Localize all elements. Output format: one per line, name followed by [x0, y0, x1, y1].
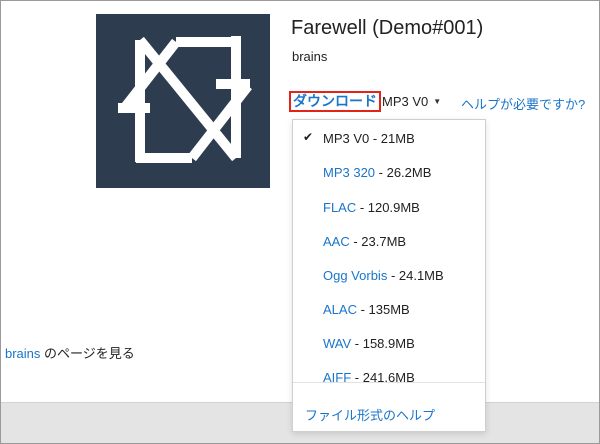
caret-down-icon: ▼ — [433, 97, 442, 106]
format-option-alac[interactable]: ALAC - 135MB — [323, 302, 410, 317]
format-help-link[interactable]: ファイル形式のヘルプ — [305, 405, 435, 424]
format-name: MP3 V0 — [323, 131, 370, 146]
album-title: Farewell (Demo#001) — [291, 17, 484, 39]
dropdown-divider — [293, 382, 485, 383]
artist-page-suffix: のページを見る — [40, 346, 135, 361]
format-dropdown: ✔ MP3 V0 - 21MB MP3 320 - 26.2MB FLAC - … — [292, 119, 486, 432]
format-size: - 135MB — [356, 302, 410, 317]
format-select-value: MP3 V0 — [382, 94, 429, 109]
format-name: WAV — [323, 336, 352, 351]
artist-page-link[interactable]: brains — [5, 346, 40, 361]
logo-icon — [118, 36, 252, 163]
format-size: - 21MB — [369, 131, 415, 146]
checkmark-icon: ✔ — [303, 130, 314, 144]
format-option-ogg-vorbis[interactable]: Ogg Vorbis - 24.1MB — [323, 268, 444, 283]
help-link[interactable]: ヘルプが必要ですか? — [461, 94, 585, 113]
format-name: Ogg Vorbis — [323, 268, 388, 283]
download-link[interactable]: ダウンロード — [289, 91, 381, 112]
format-size: - 158.9MB — [351, 336, 415, 351]
format-name: ALAC — [323, 302, 357, 317]
format-name: MP3 320 — [323, 165, 376, 180]
format-name: AAC — [323, 234, 350, 249]
format-option-aac[interactable]: AAC - 23.7MB — [323, 234, 406, 249]
album-artwork[interactable] — [96, 14, 270, 188]
artist-name[interactable]: brains — [292, 49, 327, 64]
format-select[interactable]: MP3 V0 ▼ — [382, 94, 441, 109]
format-size: - 24.1MB — [387, 268, 444, 283]
format-size: - 26.2MB — [375, 165, 432, 180]
format-name: FLAC — [323, 200, 357, 215]
artist-page-text: brains のページを見る — [5, 343, 135, 362]
format-option-wav[interactable]: WAV - 158.9MB — [323, 336, 415, 351]
format-size: - 120.9MB — [356, 200, 420, 215]
format-option-mp3-320[interactable]: MP3 320 - 26.2MB — [323, 165, 431, 180]
format-size: - 23.7MB — [349, 234, 407, 249]
format-option-flac[interactable]: FLAC - 120.9MB — [323, 200, 420, 215]
format-option-mp3-v0[interactable]: ✔ MP3 V0 - 21MB — [303, 130, 415, 146]
